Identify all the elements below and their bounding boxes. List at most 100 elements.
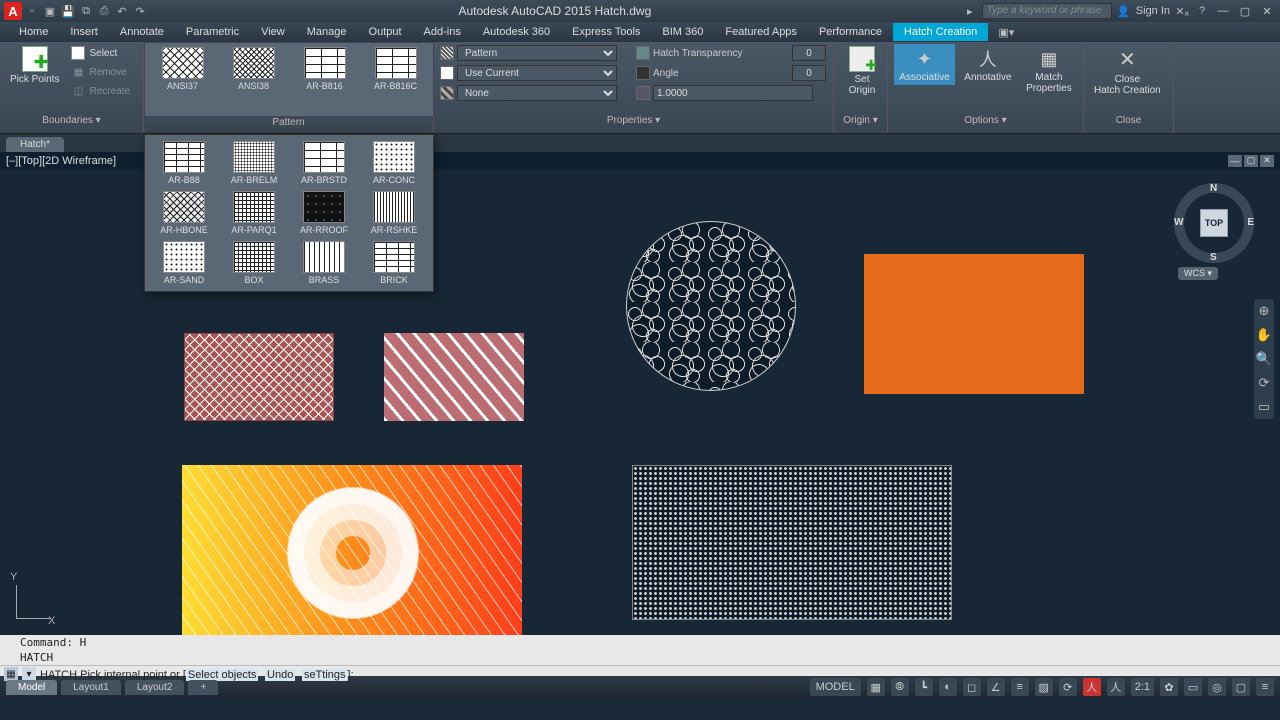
tab-home[interactable]: Home	[8, 23, 59, 41]
pattern-gallery[interactable]: ANSI37 ANSI38 AR-B816 AR-B816C	[144, 42, 434, 117]
swatch-arconc[interactable]: AR-CONC	[361, 141, 427, 185]
infocenter-search-icon[interactable]: ▸	[962, 3, 978, 19]
layout-tab-add[interactable]: +	[188, 680, 218, 695]
ribbon-overflow-icon[interactable]: ▣▾	[998, 24, 1014, 40]
swatch-brick[interactable]: BRICK	[361, 241, 427, 285]
swatch-ansi38[interactable]: ANSI38	[220, 47, 287, 91]
maximize-icon[interactable]: ▢	[1236, 3, 1254, 19]
swatch-arb816[interactable]: AR-B816	[291, 47, 358, 91]
tab-output[interactable]: Output	[358, 23, 413, 41]
qat-new-icon[interactable]: ▫	[24, 3, 40, 19]
status-ortho-icon[interactable]: ┗	[915, 678, 933, 696]
cmd-chevron-icon[interactable]: ▾	[22, 667, 36, 681]
status-annovisibility-icon[interactable]: 人	[1107, 678, 1125, 696]
viewcube-face[interactable]: TOP	[1200, 209, 1228, 237]
tab-hatchcreation[interactable]: Hatch Creation	[893, 23, 988, 41]
nav-orbit-icon[interactable]: ⟳	[1259, 375, 1270, 391]
swatch-arhbone[interactable]: AR-HBONE	[151, 191, 217, 235]
status-cycling-icon[interactable]: ⟳	[1059, 678, 1077, 696]
swatch-arsand[interactable]: AR-SAND	[151, 241, 217, 285]
swatch-arb88[interactable]: AR-B88	[151, 141, 217, 185]
tab-autodesk360[interactable]: Autodesk 360	[472, 23, 561, 41]
layout-tab-model[interactable]: Model	[6, 680, 57, 695]
panel-boundaries-label[interactable]: Boundaries ▾	[6, 115, 137, 131]
hatch-color-select[interactable]: Use Current	[457, 65, 617, 81]
status-workspace-icon[interactable]: ✿	[1160, 678, 1178, 696]
close-hatch-button[interactable]: ✕ Close Hatch Creation	[1090, 44, 1165, 98]
tab-expresstools[interactable]: Express Tools	[561, 23, 651, 41]
navigation-bar[interactable]: ⊕ ✋ 🔍 ⟳ ▭	[1254, 299, 1274, 419]
swatch-arbrelm[interactable]: AR-BRELM	[221, 141, 287, 185]
match-properties-button[interactable]: ▦Match Properties	[1021, 44, 1077, 96]
status-scale-button[interactable]: 2:1	[1131, 678, 1154, 696]
sign-in-label[interactable]: Sign In	[1136, 5, 1170, 17]
swatch-box[interactable]: BOX	[221, 241, 287, 285]
tab-manage[interactable]: Manage	[296, 23, 358, 41]
status-annoscale-icon[interactable]: 人	[1083, 678, 1101, 696]
status-polar-icon[interactable]: ◐	[939, 678, 957, 696]
panel-origin-label[interactable]: Origin ▾	[840, 115, 881, 131]
annotative-button[interactable]: 人Annotative	[959, 44, 1017, 85]
transparency-input[interactable]	[792, 45, 826, 61]
status-snap-icon[interactable]: ⦾	[891, 678, 909, 696]
status-isolate-icon[interactable]: ◎	[1208, 678, 1226, 696]
hatch-type-select[interactable]: Pattern	[457, 45, 617, 61]
swatch-brass[interactable]: BRASS	[291, 241, 357, 285]
swatch-arrroof[interactable]: AR-RROOF	[291, 191, 357, 235]
qat-redo-icon[interactable]: ↷	[132, 3, 148, 19]
swatch-arparq1[interactable]: AR-PARQ1	[221, 191, 287, 235]
status-cleanscreen-icon[interactable]: ▢	[1232, 678, 1250, 696]
exchange-icon[interactable]: ✕ₐ	[1174, 3, 1190, 19]
recreate-button[interactable]: ◫Recreate	[67, 82, 134, 100]
tab-addins[interactable]: Add-ins	[413, 23, 472, 41]
tab-insert[interactable]: Insert	[59, 23, 109, 41]
vp-maximize-icon[interactable]: ▢	[1244, 155, 1258, 167]
cmd-recent-icon[interactable]: ▦	[4, 667, 18, 681]
layout-tab-2[interactable]: Layout2	[125, 680, 185, 695]
nav-zoom-icon[interactable]: 🔍	[1256, 351, 1272, 367]
layout-tab-1[interactable]: Layout1	[61, 680, 121, 695]
select-button[interactable]: Select	[67, 44, 134, 62]
status-model-button[interactable]: MODEL	[810, 678, 861, 696]
angle-input[interactable]	[792, 65, 826, 81]
tab-annotate[interactable]: Annotate	[109, 23, 175, 41]
viewport-config-label[interactable]: [–][Top][2D Wireframe]	[6, 155, 116, 167]
status-lweight-icon[interactable]: ≡	[1011, 678, 1029, 696]
swatch-arrshke[interactable]: AR-RSHKE	[361, 191, 427, 235]
qat-undo-icon[interactable]: ↶	[114, 3, 130, 19]
wcs-dropdown[interactable]: WCS ▾	[1178, 267, 1218, 280]
status-customize-icon[interactable]: ≡	[1256, 678, 1274, 696]
file-tab-hatch[interactable]: Hatch*	[6, 137, 64, 152]
pattern-gallery-flyout[interactable]: AR-B88 AR-BRELM AR-BRSTD AR-CONC AR-HBON…	[144, 134, 434, 292]
minimize-icon[interactable]: —	[1214, 3, 1232, 19]
status-otrack-icon[interactable]: ∠	[987, 678, 1005, 696]
vp-close-icon[interactable]: ✕	[1260, 155, 1274, 167]
help-icon[interactable]: ?	[1194, 3, 1210, 19]
nav-fullnav-icon[interactable]: ⊕	[1259, 303, 1270, 319]
pick-points-button[interactable]: ✚ Pick Points	[6, 44, 63, 87]
status-osnap-icon[interactable]: ◻	[963, 678, 981, 696]
cmd-opt-select[interactable]: Select objects	[186, 669, 258, 681]
tab-parametric[interactable]: Parametric	[175, 23, 250, 41]
status-transparency-icon[interactable]: ▨	[1035, 678, 1053, 696]
tab-view[interactable]: View	[250, 23, 296, 41]
swatch-ansi37[interactable]: ANSI37	[149, 47, 216, 91]
scale-input[interactable]	[653, 85, 813, 101]
qat-open-icon[interactable]: ▣	[42, 3, 58, 19]
viewcube[interactable]: TOP N S E W WCS ▾	[1174, 183, 1254, 263]
app-icon[interactable]: A	[4, 2, 22, 20]
panel-properties-label[interactable]: Properties ▾	[440, 115, 827, 131]
set-origin-button[interactable]: ✚ Set Origin	[840, 44, 884, 98]
tab-bim360[interactable]: BIM 360	[651, 23, 714, 41]
panel-options-label[interactable]: Options ▾	[894, 115, 1077, 131]
tab-performance[interactable]: Performance	[808, 23, 893, 41]
account-icon[interactable]: 👤	[1116, 3, 1132, 19]
hatch-bg-select[interactable]: None	[457, 85, 617, 101]
qat-print-icon[interactable]: ⎙	[96, 3, 112, 19]
associative-button[interactable]: ✦Associative	[894, 44, 955, 85]
close-icon[interactable]: ✕	[1258, 3, 1276, 19]
swatch-arbrstd[interactable]: AR-BRSTD	[291, 141, 357, 185]
cmd-opt-settings[interactable]: seTtings	[302, 669, 348, 681]
panel-pattern-label[interactable]: Pattern	[144, 117, 433, 133]
nav-showmotion-icon[interactable]: ▭	[1258, 399, 1270, 415]
